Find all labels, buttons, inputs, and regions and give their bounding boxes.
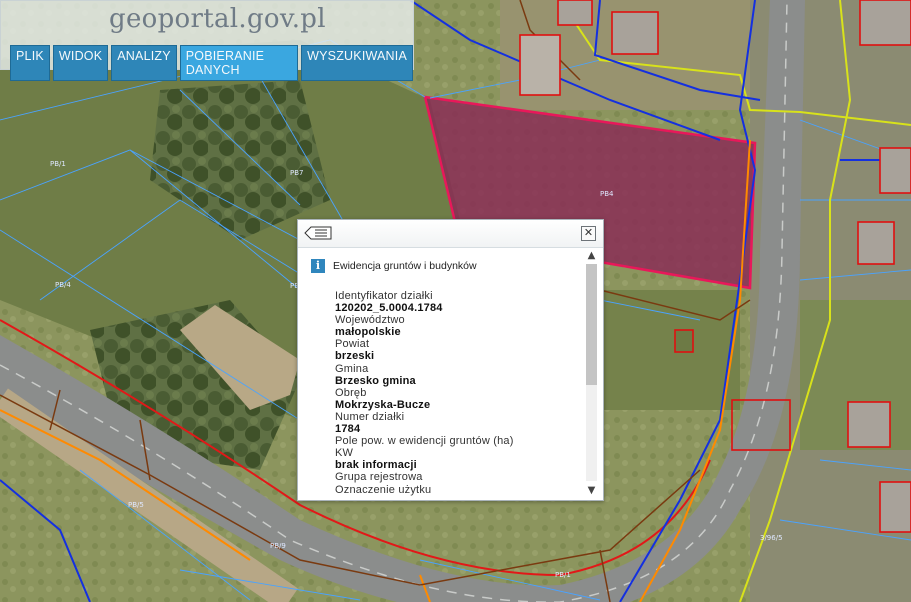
attr-value: brzeski <box>335 350 375 363</box>
scroll-thumb[interactable] <box>586 264 597 385</box>
attr-label: Oznaczenie użytku <box>335 483 432 496</box>
menu-pobieranie-danych[interactable]: POBIERANIE DANYCH <box>179 45 299 81</box>
svg-text:PB/1: PB/1 <box>50 160 66 168</box>
chevron-up-icon[interactable]: ▲ <box>584 250 599 262</box>
popup-header: ✕ <box>298 220 603 248</box>
attr-label: Identyfikator działki <box>335 290 433 302</box>
popup-title: Ewidencja gruntów i budynków <box>333 260 477 272</box>
popup-title-row: i Ewidencja gruntów i budynków <box>311 259 477 273</box>
attr-value: 120202_5.0004.1784 <box>335 302 443 315</box>
main-menu: PLIK WIDOK ANALIZY POBIERANIE DANYCH WYS… <box>10 45 413 81</box>
svg-text:PB/5: PB/5 <box>128 501 144 509</box>
menu-widok[interactable]: WIDOK <box>52 45 109 81</box>
attr-value: małopolskie <box>335 326 401 339</box>
close-icon[interactable]: ✕ <box>581 226 596 241</box>
list-view-icon[interactable] <box>304 226 332 240</box>
parcel-info-popup: ✕ i Ewidencja gruntów i budynków Identyf… <box>297 219 604 501</box>
menu-analizy[interactable]: ANALIZY <box>111 45 177 81</box>
info-icon: i <box>311 259 325 273</box>
attr-value: brak informacji <box>335 459 417 472</box>
attr-label: Grupa rejestrowa <box>335 471 423 484</box>
chevron-down-icon[interactable]: ▼ <box>584 485 599 497</box>
attr-label: Obręb <box>335 386 367 399</box>
popup-scrollbar[interactable]: ▲ ▼ <box>584 250 599 497</box>
svg-text:PB7: PB7 <box>290 169 303 177</box>
app-header: geoportal.gov.pl PLIK WIDOK ANALIZY POBI… <box>0 0 414 81</box>
svg-text:PB/9: PB/9 <box>270 542 286 550</box>
svg-text:PB/4: PB/4 <box>55 281 71 289</box>
attr-value: Brzesko gmina <box>335 374 416 387</box>
attr-label: Gmina <box>335 362 369 375</box>
attr-label: Województwo <box>335 314 405 327</box>
attr-label: Numer działki <box>335 410 405 423</box>
menu-plik[interactable]: PLIK <box>10 45 50 81</box>
svg-text:PB/1: PB/1 <box>555 571 571 579</box>
attr-label: Powiat <box>335 338 370 351</box>
attr-label: Pole pow. w ewidencji gruntów (ha) <box>335 435 514 448</box>
svg-text:3/96/5: 3/96/5 <box>760 534 783 542</box>
attribute-list: Identyfikator działki 120202_5.0004.1784… <box>335 290 575 497</box>
attr-label: KW <box>335 447 354 460</box>
attr-value: 1784 <box>335 423 361 436</box>
menu-wyszukiwania[interactable]: WYSZUKIWANIA <box>301 45 413 81</box>
svg-text:PB4: PB4 <box>600 190 614 198</box>
attr-value: Mokrzyska-Bucze <box>335 398 431 411</box>
geoportal-logo[interactable]: geoportal.gov.pl <box>109 4 326 34</box>
